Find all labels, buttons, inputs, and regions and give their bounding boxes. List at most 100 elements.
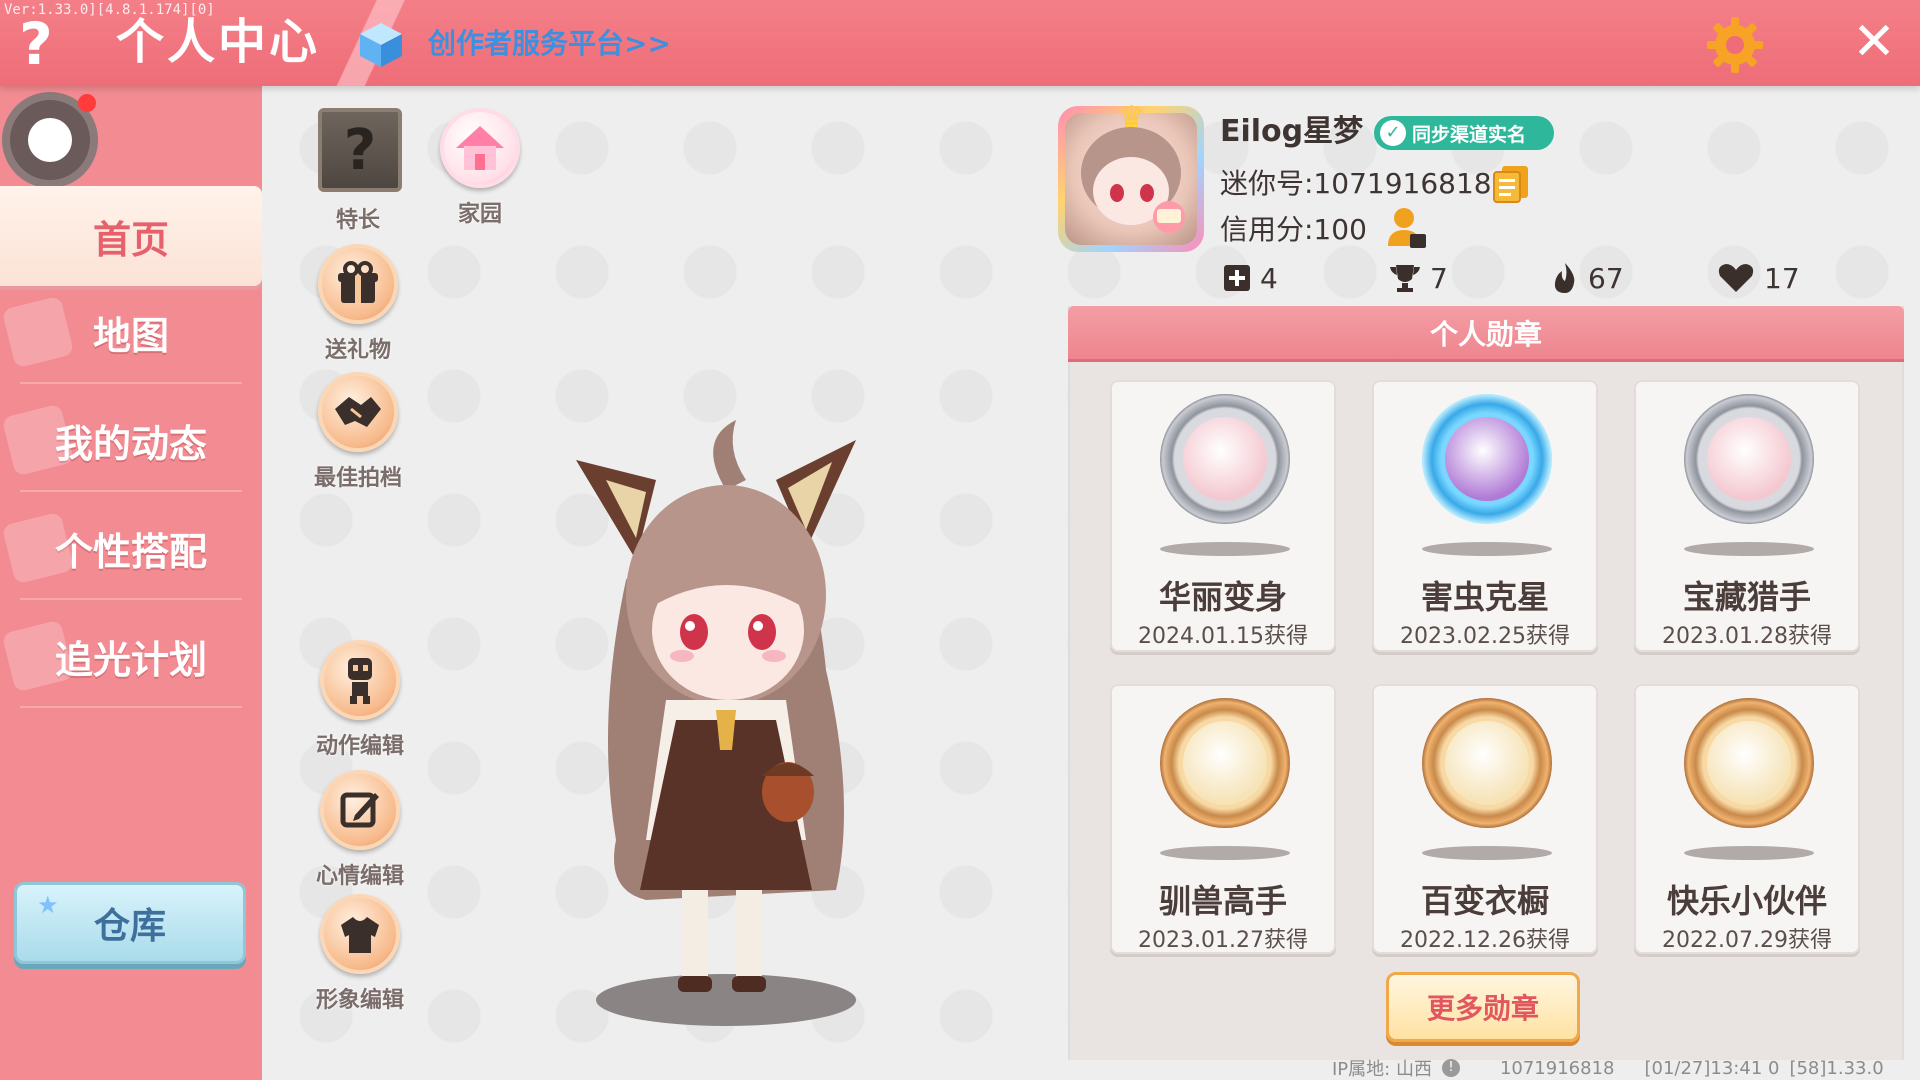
sidebar-item-outfit[interactable]: 个性搭配	[0, 498, 262, 598]
notification-dot	[78, 94, 96, 112]
warehouse-label: 仓库	[93, 906, 166, 947]
plus-square-icon	[1224, 265, 1250, 291]
footer-info: IP属地: 山西 ! 1071916818 [01/27]13:41 0 [58…	[1332, 1056, 1884, 1080]
medal-date: 2024.01.15获得	[1138, 624, 1308, 649]
cube-icon[interactable]	[356, 20, 406, 70]
medal-shadow	[1160, 542, 1290, 556]
medal-date: 2023.01.28获得	[1662, 624, 1832, 649]
map-icon	[1, 295, 75, 369]
verify-badge-label: 同步渠道实名	[1412, 123, 1527, 146]
gear-icon[interactable]	[1704, 14, 1766, 76]
motion-edit-label: 动作编辑	[315, 734, 404, 759]
timestamp: [01/27]13:41 0	[1644, 1057, 1780, 1079]
medal-emblem	[1707, 721, 1791, 805]
sidebar-item-label: 我的动态	[54, 421, 207, 466]
handshake-icon	[318, 372, 398, 452]
top-bar: Ver:1.33.0][4.8.1.174][0] ? 个人中心 创作者服务平台…	[0, 0, 1920, 86]
sidebar-item-my-feed[interactable]: 我的动态	[0, 390, 262, 490]
medal-badge-icon	[1684, 698, 1814, 828]
edit-pencil-icon	[320, 770, 400, 850]
info-icon[interactable]: !	[1441, 1059, 1460, 1077]
look-edit-label: 形象编辑	[315, 988, 404, 1013]
medal-badge-icon	[1160, 394, 1290, 524]
build-info: [58]1.33.0	[1789, 1057, 1884, 1079]
best-partner-button[interactable]: 最佳拍档	[298, 372, 418, 506]
verify-badge[interactable]: ✓ 同步渠道实名	[1374, 116, 1554, 150]
medal-date: 2022.12.26获得	[1400, 928, 1570, 953]
figure-pose-icon	[320, 640, 400, 720]
medal-card[interactable]: 百变衣橱 2022.12.26获得	[1372, 684, 1598, 954]
talent-button[interactable]: ? 特长	[298, 106, 418, 240]
creator-platform-link[interactable]: 创作者服务平台>>	[428, 26, 671, 62]
house-icon	[440, 108, 520, 188]
sidebar-item-label: 个性搭配	[54, 529, 207, 574]
question-mark-icon[interactable]: ?	[10, 14, 62, 74]
medal-badge-icon	[1422, 698, 1552, 828]
motion-edit-button[interactable]: 动作编辑	[300, 640, 420, 774]
username: Eilog星梦	[1220, 114, 1364, 149]
sidebar-item-label: 地图	[92, 313, 169, 358]
medal-date: 2023.01.27获得	[1138, 928, 1308, 953]
copy-icon[interactable]	[1492, 164, 1530, 204]
stat-trophy: 7	[1388, 258, 1448, 298]
medal-emblem	[1707, 417, 1791, 501]
user-badge-icon[interactable]	[1386, 206, 1428, 250]
stat-plus: 4	[1222, 258, 1278, 298]
warehouse-button[interactable]: ★ 仓库	[14, 882, 246, 964]
sidebar-item-label: 追光计划	[54, 637, 207, 682]
divider	[20, 598, 242, 600]
sidebar-item-chasing-light[interactable]: 追光计划	[0, 606, 262, 706]
medal-emblem	[1183, 417, 1267, 501]
close-icon[interactable]: ✕	[1846, 14, 1902, 70]
divider	[20, 490, 242, 492]
medal-name: 百变衣橱	[1420, 882, 1549, 920]
flame-icon	[1554, 263, 1575, 293]
medal-badge-icon	[1160, 698, 1290, 828]
mini-id: 迷你号:1071916818	[1220, 167, 1492, 200]
star-icon: ★	[37, 891, 59, 919]
mood-edit-label: 心情编辑	[315, 864, 404, 889]
sidebar: 首页 地图 我的动态 个性搭配 追光计划 ★ 仓库	[0, 86, 262, 1080]
user-check-icon: ✓	[1380, 120, 1406, 146]
sidebar-item-label: 首页	[92, 217, 169, 262]
mood-edit-button[interactable]: 心情编辑	[300, 770, 420, 904]
stat-heart: 17	[1716, 258, 1800, 298]
medal-emblem	[1445, 417, 1529, 501]
best-partner-label: 最佳拍档	[313, 466, 402, 491]
character-avatar[interactable]	[536, 420, 896, 1040]
medal-date: 2023.02.25获得	[1400, 624, 1570, 649]
page-title: 个人中心	[116, 14, 321, 70]
medal-emblem	[1183, 721, 1267, 805]
crown-icon: ♛	[1118, 100, 1145, 135]
medal-card[interactable]: 宝藏猎手 2023.01.28获得	[1634, 380, 1860, 652]
medal-badge-icon	[1684, 394, 1814, 524]
gift-icon	[318, 244, 398, 324]
medal-emblem	[1445, 721, 1529, 805]
sidebar-item-home[interactable]: 首页	[0, 186, 262, 286]
credit-score: 信用分:100	[1220, 213, 1367, 246]
question-block-icon: ?	[318, 108, 402, 192]
medal-card[interactable]: 驯兽高手 2023.01.27获得	[1110, 684, 1336, 954]
medal-shadow	[1684, 846, 1814, 860]
medal-name: 华丽变身	[1158, 578, 1287, 616]
ip-location: IP属地: 山西	[1332, 1059, 1432, 1080]
talent-label: 特长	[335, 208, 380, 233]
send-gift-button[interactable]: 送礼物	[298, 244, 418, 378]
stat-value: 67	[1588, 261, 1624, 295]
trophy-icon	[1390, 265, 1420, 292]
medal-card[interactable]: 害虫克星 2023.02.25获得	[1372, 380, 1598, 652]
medal-shadow	[1422, 542, 1552, 556]
sidebar-item-map[interactable]: 地图	[0, 282, 262, 382]
heart-icon	[1718, 264, 1754, 292]
medal-card[interactable]: 华丽变身 2024.01.15获得	[1110, 380, 1336, 652]
home-label: 家园	[457, 202, 502, 227]
home-button[interactable]: 家园	[420, 108, 540, 242]
record-button[interactable]	[2, 92, 98, 188]
medal-date: 2022.07.29获得	[1662, 928, 1832, 953]
look-edit-button[interactable]: 形象编辑	[300, 894, 420, 1028]
medal-card[interactable]: 快乐小伙伴 2022.07.29获得	[1634, 684, 1860, 954]
stat-value: 4	[1260, 261, 1278, 295]
more-medals-button[interactable]: 更多勋章	[1386, 972, 1580, 1042]
medal-name: 宝藏猎手	[1682, 578, 1811, 616]
divider	[20, 382, 242, 384]
